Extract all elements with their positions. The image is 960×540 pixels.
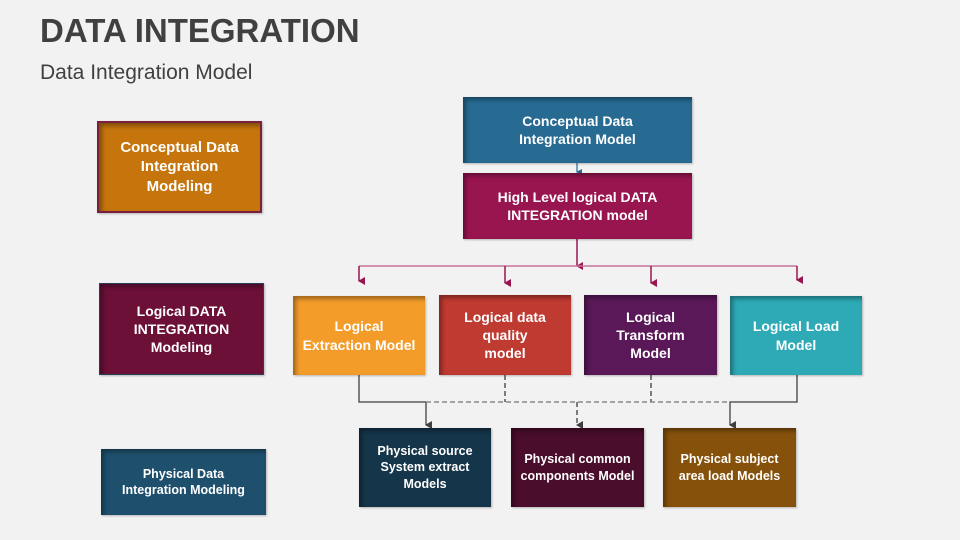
- physical-source-label: Physical source System extract Models: [377, 444, 473, 491]
- logical-transform-box: Logical Transform Model: [584, 295, 717, 375]
- physical-subject-box: Physical subject area load Models: [663, 428, 796, 507]
- connector-extraction-to-physical-source: [358, 375, 432, 429]
- logical-transform-label: Logical Transform Model: [616, 308, 685, 362]
- physical-common-label: Physical common components Model: [520, 452, 635, 483]
- conceptual-model-label: Conceptual Data Integration Model: [519, 112, 636, 147]
- high-level-model-box: High Level logical DATA INTEGRATION mode…: [463, 173, 692, 239]
- logical-extraction-label: Logical Extraction Model: [302, 318, 416, 353]
- physical-common-box: Physical common components Model: [511, 428, 644, 507]
- logical-load-label: Logical Load Model: [752, 318, 840, 353]
- connector-load-to-physical-subject: [729, 375, 798, 429]
- logical-quality-box: Logical data quality model: [439, 295, 571, 375]
- physical-source-box: Physical source System extract Models: [359, 428, 491, 507]
- logical-quality-label: Logical data quality model: [464, 308, 546, 362]
- physical-subject-label: Physical subject area load Models: [678, 452, 781, 483]
- conceptual-model-box: Conceptual Data Integration Model: [463, 97, 692, 163]
- logical-extraction-box: Logical Extraction Model: [293, 296, 425, 375]
- high-level-model-label: High Level logical DATA INTEGRATION mode…: [497, 188, 658, 223]
- logical-load-box: Logical Load Model: [730, 296, 862, 375]
